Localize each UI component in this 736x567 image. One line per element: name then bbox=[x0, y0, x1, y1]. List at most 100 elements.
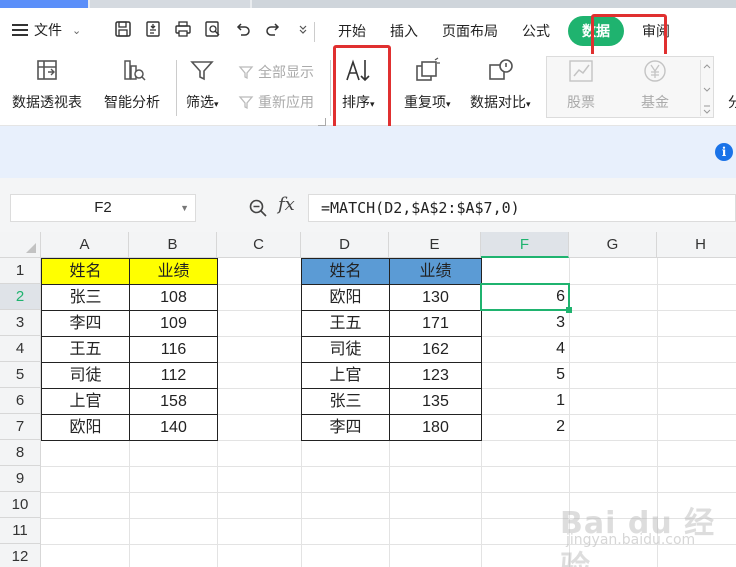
export-pdf-icon[interactable] bbox=[142, 18, 164, 40]
chevron-down-icon[interactable]: ▼ bbox=[180, 195, 189, 221]
table2-cell[interactable]: 123 bbox=[389, 362, 482, 389]
active-cell-outline bbox=[480, 283, 570, 311]
match-result-cell[interactable]: 1 bbox=[481, 388, 569, 414]
fx-icon[interactable]: fx bbox=[278, 194, 295, 215]
table2-cell[interactable]: 135 bbox=[389, 388, 482, 415]
formula-input[interactable]: =MATCH(D2,$A$2:$A$7,0) bbox=[308, 194, 736, 222]
show-all-button[interactable]: 全部显示 bbox=[238, 62, 314, 82]
table2-cell[interactable]: 上官 bbox=[301, 362, 390, 389]
table2-cell[interactable]: 162 bbox=[389, 336, 482, 363]
table2-header-name[interactable]: 姓名 bbox=[301, 258, 390, 285]
fund-button[interactable]: 基金 bbox=[640, 54, 670, 112]
table1-cell[interactable]: 116 bbox=[129, 336, 218, 363]
filter-label: 筛选▾ bbox=[186, 94, 219, 110]
tab-home[interactable]: 开始 bbox=[326, 16, 378, 46]
smart-analysis-icon bbox=[117, 54, 147, 88]
row-header[interactable]: 7 bbox=[0, 414, 41, 440]
row-header[interactable]: 4 bbox=[0, 336, 41, 362]
row-header[interactable]: 1 bbox=[0, 258, 41, 284]
match-result-cell[interactable]: 4 bbox=[481, 336, 569, 362]
row-header[interactable]: 11 bbox=[0, 518, 41, 544]
column-header-h[interactable]: H bbox=[657, 232, 736, 258]
reapply-button[interactable]: 重新应用 bbox=[238, 92, 314, 112]
table1-header-name[interactable]: 姓名 bbox=[41, 258, 130, 285]
table1-cell[interactable]: 欧阳 bbox=[41, 414, 130, 441]
tab-formulas[interactable]: 公式 bbox=[510, 16, 562, 46]
table1-cell[interactable]: 上官 bbox=[41, 388, 130, 415]
print-preview-icon[interactable] bbox=[202, 18, 224, 40]
table1-cell[interactable]: 158 bbox=[129, 388, 218, 415]
fill-handle[interactable] bbox=[566, 307, 572, 313]
table1-cell[interactable]: 司徒 bbox=[41, 362, 130, 389]
table1-cell[interactable]: 张三 bbox=[41, 284, 130, 311]
table1-cell[interactable]: 108 bbox=[129, 284, 218, 311]
redo-icon[interactable] bbox=[262, 18, 284, 40]
row-header[interactable]: 9 bbox=[0, 466, 41, 492]
table1-cell[interactable]: 王五 bbox=[41, 336, 130, 363]
hamburger-icon bbox=[12, 24, 28, 36]
table2-cell[interactable]: 180 bbox=[389, 414, 482, 441]
tab-page-layout[interactable]: 页面布局 bbox=[430, 16, 510, 46]
dialog-launcher-icon[interactable] bbox=[318, 118, 326, 126]
zoom-icon[interactable] bbox=[248, 198, 268, 221]
table1-header-score[interactable]: 业绩 bbox=[129, 258, 218, 285]
row-header[interactable]: 5 bbox=[0, 362, 41, 388]
table2-cell[interactable]: 171 bbox=[389, 310, 482, 337]
more-button[interactable]: 分 bbox=[728, 92, 736, 112]
tab-insert[interactable]: 插入 bbox=[378, 16, 430, 46]
customize-toolbar-icon[interactable] bbox=[292, 18, 314, 40]
window-tab[interactable] bbox=[252, 0, 736, 8]
match-result-cell[interactable]: 2 bbox=[481, 414, 569, 440]
quick-access-toolbar bbox=[112, 18, 314, 40]
table2-cell[interactable]: 欧阳 bbox=[301, 284, 390, 311]
column-header-g[interactable]: G bbox=[569, 232, 657, 258]
pivot-table-button[interactable]: 数据透视表 bbox=[12, 54, 82, 112]
row-header[interactable]: 3 bbox=[0, 310, 41, 336]
save-icon[interactable] bbox=[112, 18, 134, 40]
table1-cell[interactable]: 140 bbox=[129, 414, 218, 441]
table1-cell[interactable]: 112 bbox=[129, 362, 218, 389]
undo-icon[interactable] bbox=[232, 18, 254, 40]
filter-button[interactable]: 筛选▾ bbox=[186, 54, 219, 112]
column-header-c[interactable]: C bbox=[217, 232, 301, 258]
stock-button[interactable]: 股票 bbox=[566, 54, 596, 112]
table2-cell[interactable]: 130 bbox=[389, 284, 482, 311]
row-header[interactable]: 8 bbox=[0, 440, 41, 466]
gridline bbox=[41, 466, 736, 467]
window-tab-active[interactable] bbox=[0, 0, 88, 8]
gallery-scroll[interactable] bbox=[700, 60, 712, 116]
column-header-a[interactable]: A bbox=[41, 232, 129, 258]
table2-cell[interactable]: 司徒 bbox=[301, 336, 390, 363]
table2-cell[interactable]: 张三 bbox=[301, 388, 390, 415]
data-compare-icon bbox=[485, 54, 515, 88]
window-tab[interactable] bbox=[90, 0, 250, 8]
row-header[interactable]: 10 bbox=[0, 492, 41, 518]
chevron-down-icon: ⌄ bbox=[72, 24, 82, 37]
select-all-corner[interactable] bbox=[0, 232, 41, 258]
table1-cell[interactable]: 李四 bbox=[41, 310, 130, 337]
column-header-e[interactable]: E bbox=[389, 232, 481, 258]
row-header[interactable]: 12 bbox=[0, 544, 41, 567]
column-header-d[interactable]: D bbox=[301, 232, 389, 258]
row-header[interactable]: 6 bbox=[0, 388, 41, 414]
duplicates-icon bbox=[412, 54, 442, 88]
table1-cell[interactable]: 109 bbox=[129, 310, 218, 337]
duplicates-button[interactable]: 重复项▾ bbox=[404, 54, 451, 112]
column-header-f[interactable]: F bbox=[481, 232, 569, 258]
smart-analysis-button[interactable]: 智能分析 bbox=[104, 54, 160, 112]
match-result-cell[interactable]: 3 bbox=[481, 310, 569, 336]
info-bar bbox=[0, 126, 736, 178]
table2-header-score[interactable]: 业绩 bbox=[389, 258, 482, 285]
print-icon[interactable] bbox=[172, 18, 194, 40]
row-header[interactable]: 2 bbox=[0, 284, 41, 310]
file-menu[interactable]: 文件 ⌄ bbox=[12, 20, 81, 40]
column-header-b[interactable]: B bbox=[129, 232, 217, 258]
table2-cell[interactable]: 李四 bbox=[301, 414, 390, 441]
name-box[interactable]: F2 ▼ bbox=[10, 194, 196, 222]
match-result-cell[interactable]: 5 bbox=[481, 362, 569, 388]
table2-cell[interactable]: 王五 bbox=[301, 310, 390, 337]
reapply-icon bbox=[238, 96, 254, 110]
data-compare-button[interactable]: 数据对比▾ bbox=[470, 54, 531, 112]
info-icon[interactable]: i bbox=[715, 143, 733, 161]
show-all-icon bbox=[238, 66, 254, 80]
